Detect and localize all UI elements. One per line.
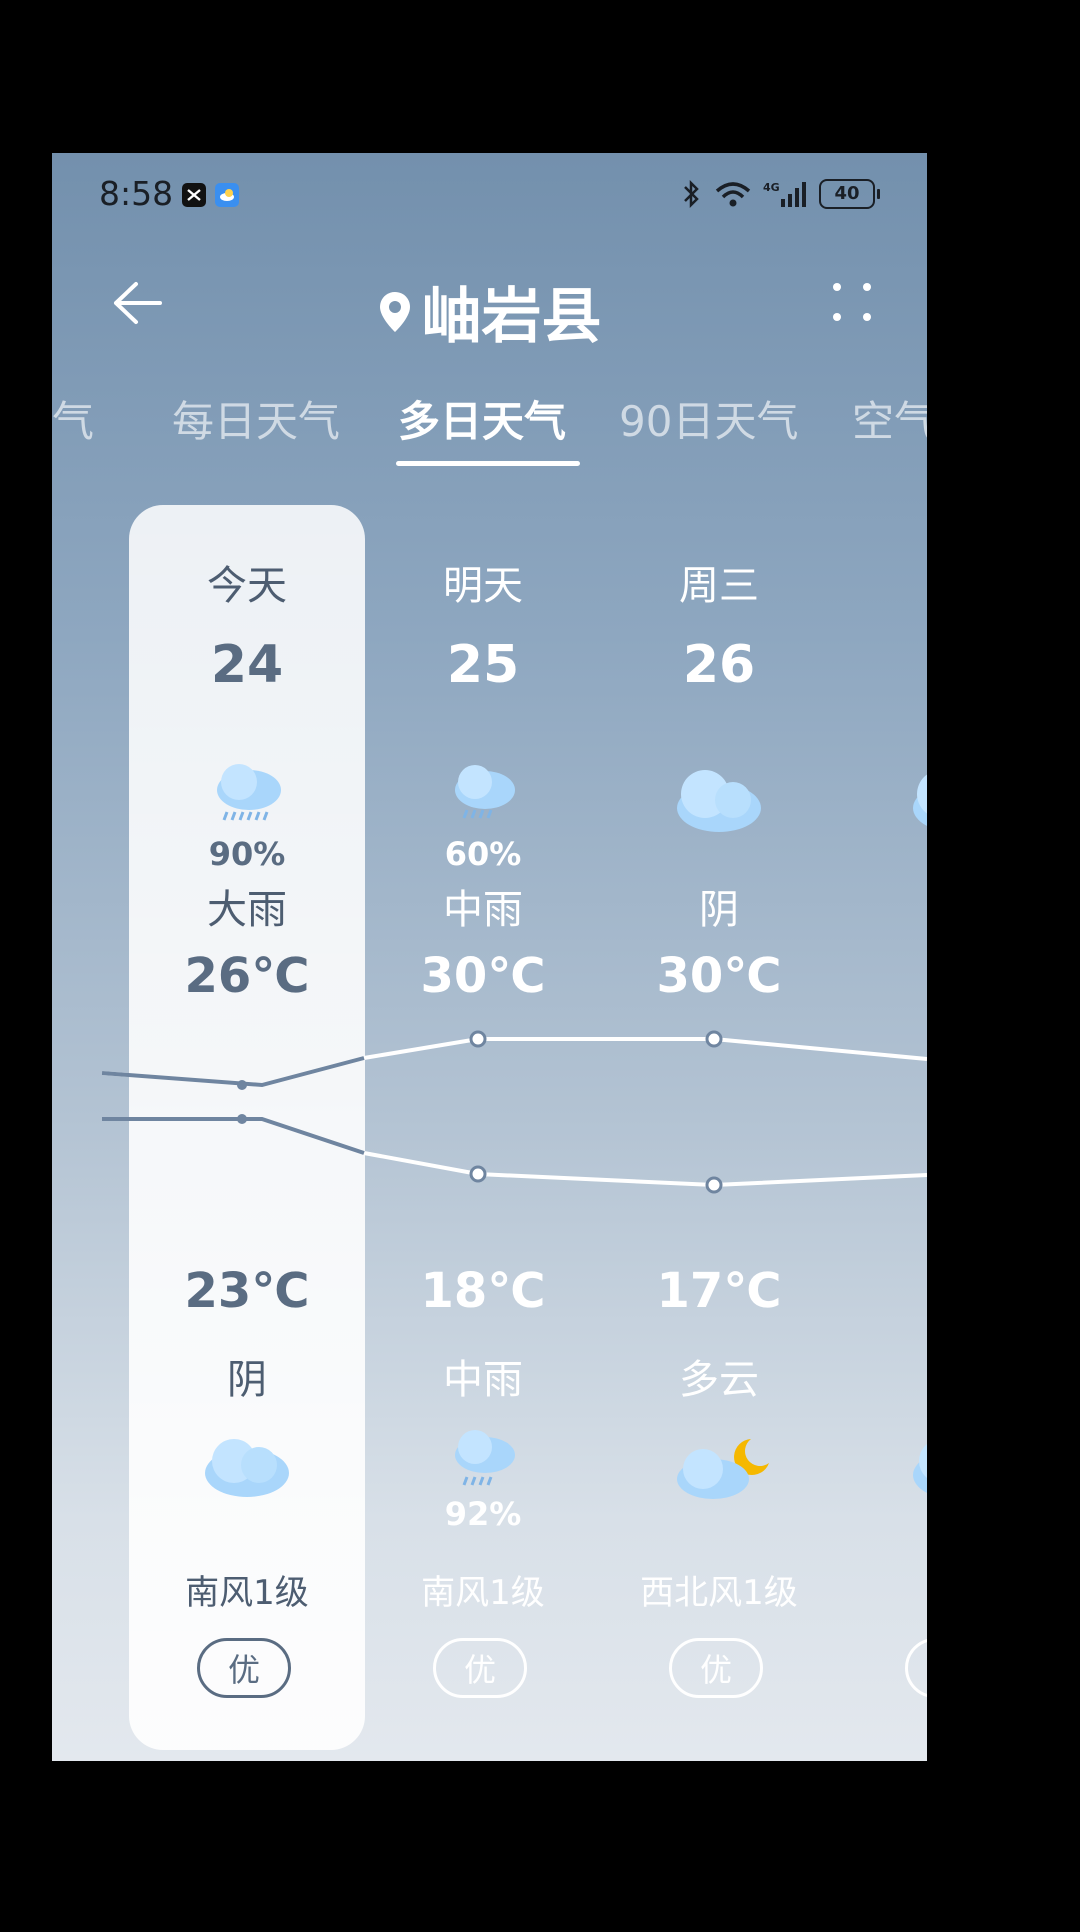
day-desc: 阴 <box>699 887 739 933</box>
aqi-badge: 优 <box>433 1638 527 1698</box>
day-date: 24 <box>210 635 284 695</box>
high-temp: 30℃ <box>420 948 546 1004</box>
day-desc: 大雨 <box>207 887 287 933</box>
aqi-badge: 优 <box>669 1638 763 1698</box>
day-date: 2 <box>837 635 927 695</box>
day-precip: 60% <box>444 835 522 873</box>
day-label: 今天 <box>207 563 287 609</box>
cloudy-icon <box>913 774 927 826</box>
heavy-rain-icon <box>217 764 281 821</box>
day-label: 周三 <box>679 563 759 609</box>
night-desc: 中雨 <box>443 1357 523 1403</box>
high-temp: 2 <box>837 948 927 1004</box>
night-desc: 阴 <box>227 1357 267 1403</box>
low-temp: 1 <box>837 1263 927 1319</box>
day-date: 25 <box>446 635 520 695</box>
low-temp: 23℃ <box>184 1263 310 1319</box>
day-label: 周 <box>837 553 927 611</box>
day-column-tomorrow[interactable]: 明天 25 60% 中雨 30℃ 18℃ 中雨 92% 南风1级 优 <box>365 505 601 1750</box>
day-desc: 中雨 <box>443 887 523 933</box>
cloudy-icon <box>677 770 761 832</box>
aqi-badge <box>905 1638 927 1698</box>
weather-screen: 8:58 4G 40 岫岩县 天气 每日天气 多日天气 90日天气 空气 <box>52 153 927 1761</box>
high-temp: 26℃ <box>184 948 310 1004</box>
night-precip: 92% <box>444 1495 522 1533</box>
cloudy-icon <box>205 1439 289 1497</box>
night-desc: 多云 <box>679 1357 759 1403</box>
low-temp: 17℃ <box>656 1263 782 1319</box>
wind: 北 <box>837 1565 927 1614</box>
day-label: 明天 <box>443 563 523 609</box>
wind: 西北风1级 <box>640 1573 798 1613</box>
partly-cloudy-night-icon <box>677 1439 769 1499</box>
day-date: 26 <box>682 635 756 695</box>
day-column-next[interactable]: 周 2 2 1 北 <box>837 505 927 1750</box>
wind: 南风1级 <box>185 1573 309 1613</box>
cloudy-icon <box>913 1444 927 1493</box>
wind: 南风1级 <box>421 1573 545 1613</box>
high-temp: 30℃ <box>656 948 782 1004</box>
day-column-today[interactable]: 今天 24 90% 大雨 26℃ 23℃ 阴 南风1级 优 <box>129 505 365 1750</box>
day-precip: 90% <box>208 835 286 873</box>
low-temp: 18℃ <box>420 1263 546 1319</box>
day-column-wednesday[interactable]: 周三 26 阴 30℃ 17℃ 多云 西北风1级 优 <box>601 505 837 1750</box>
moderate-rain-icon <box>455 765 515 819</box>
aqi-badge: 优 <box>197 1638 291 1698</box>
